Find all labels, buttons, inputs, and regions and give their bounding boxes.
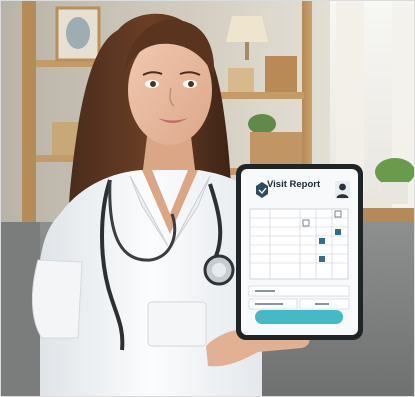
picture (66, 17, 90, 49)
plant-leaves (248, 114, 276, 134)
report-title: Visit Report (267, 179, 321, 190)
report-subtitle (267, 191, 337, 201)
shelf-basket-right (250, 132, 302, 168)
wooden-box (265, 56, 297, 92)
photo-scene: Visit Report (0, 0, 415, 397)
submit-report-button[interactable] (255, 310, 343, 324)
shelf-board-right (212, 92, 304, 99)
iris-right (188, 81, 194, 87)
plant-pot (382, 182, 408, 204)
lamp-stem (245, 42, 249, 60)
shelf-post-left (22, 0, 36, 230)
sleeve-left (31, 259, 83, 339)
lamp-shade (226, 16, 268, 42)
potted-plant (375, 158, 415, 186)
book-stack (228, 68, 254, 92)
iris-left (150, 81, 156, 87)
stethoscope-diaphragm (212, 263, 226, 277)
tablet-screen: Visit Report (241, 169, 358, 335)
coat-pocket (147, 301, 207, 347)
